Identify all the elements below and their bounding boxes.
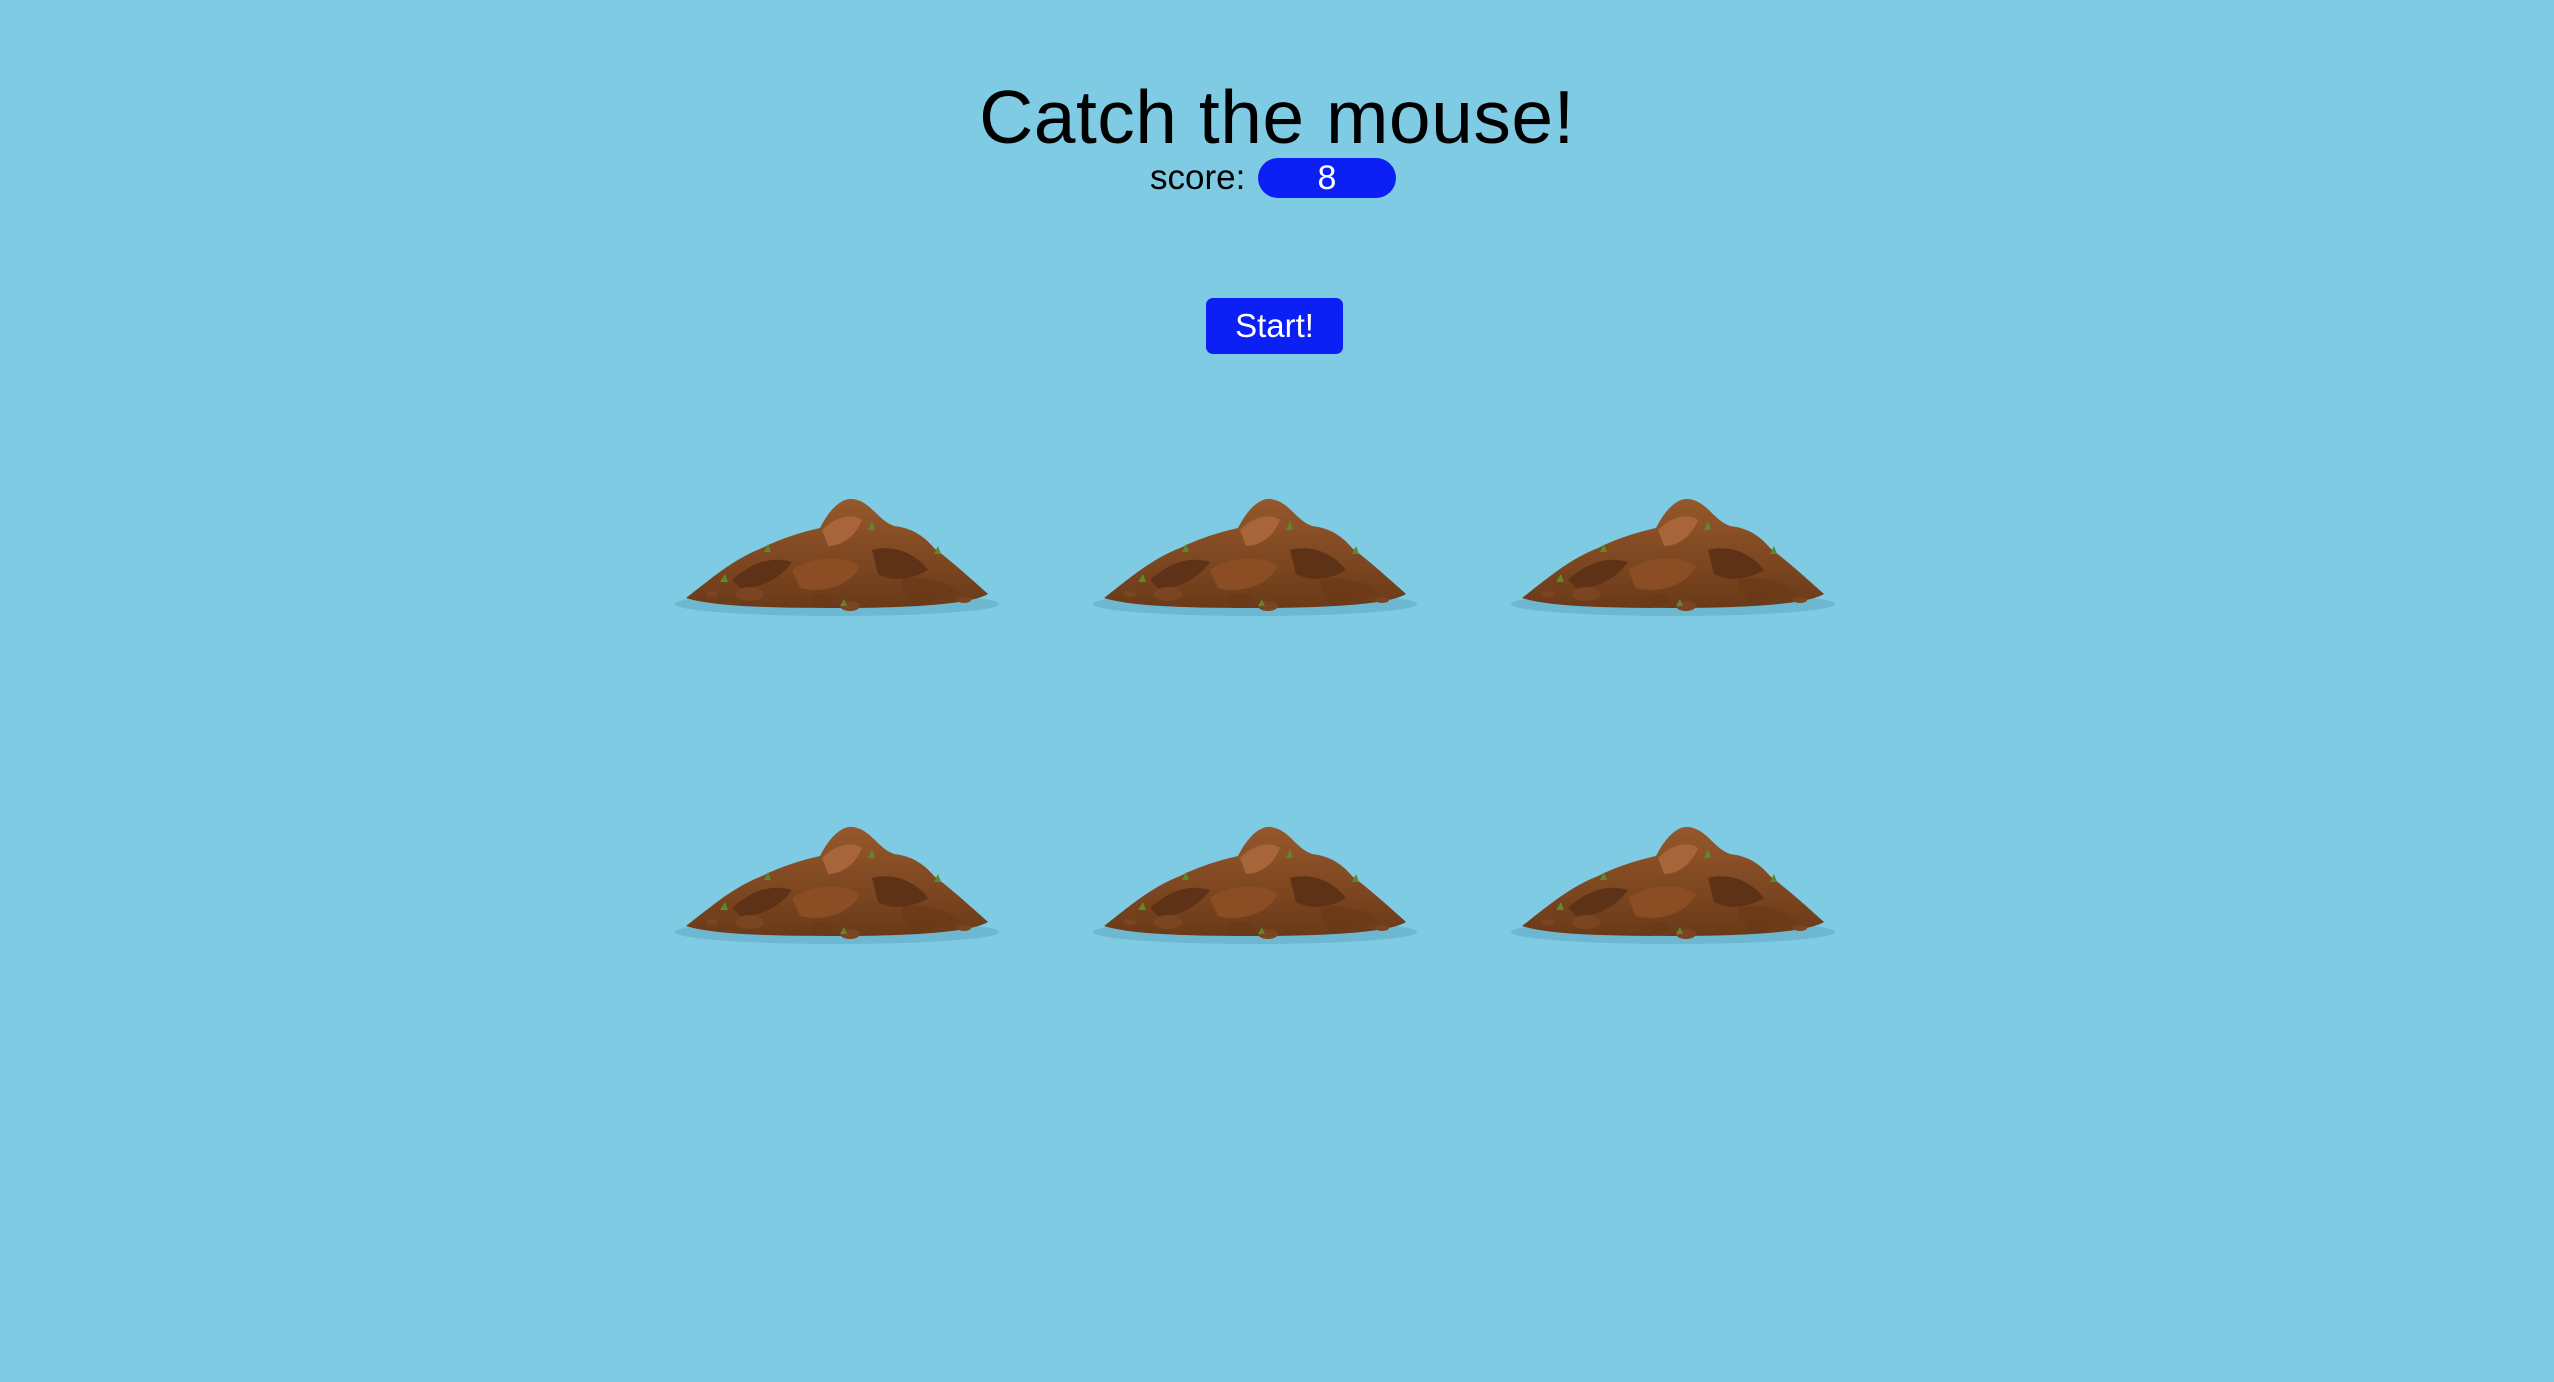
hole-6[interactable] [1508, 818, 1838, 953]
dirt-mound-icon [1093, 498, 1417, 616]
dirt-mound-icon [1511, 498, 1835, 616]
score-value: 8 [1258, 158, 1396, 198]
score-label: score: [1150, 158, 1246, 197]
hole-5[interactable] [1090, 818, 1420, 953]
score-display: score: 8 [0, 156, 2554, 200]
start-button[interactable]: Start! [1206, 298, 1343, 354]
dirt-mound-icon [1511, 826, 1835, 944]
hole-4[interactable] [672, 818, 1002, 953]
game-title: Catch the mouse! [979, 75, 1575, 159]
dirt-mound-icon [675, 826, 999, 944]
dirt-mound-icon [1093, 826, 1417, 944]
hole-3[interactable] [1508, 490, 1838, 625]
dirt-mound-icon [675, 498, 999, 616]
hole-2[interactable] [1090, 490, 1420, 625]
hole-1[interactable] [672, 490, 1002, 625]
